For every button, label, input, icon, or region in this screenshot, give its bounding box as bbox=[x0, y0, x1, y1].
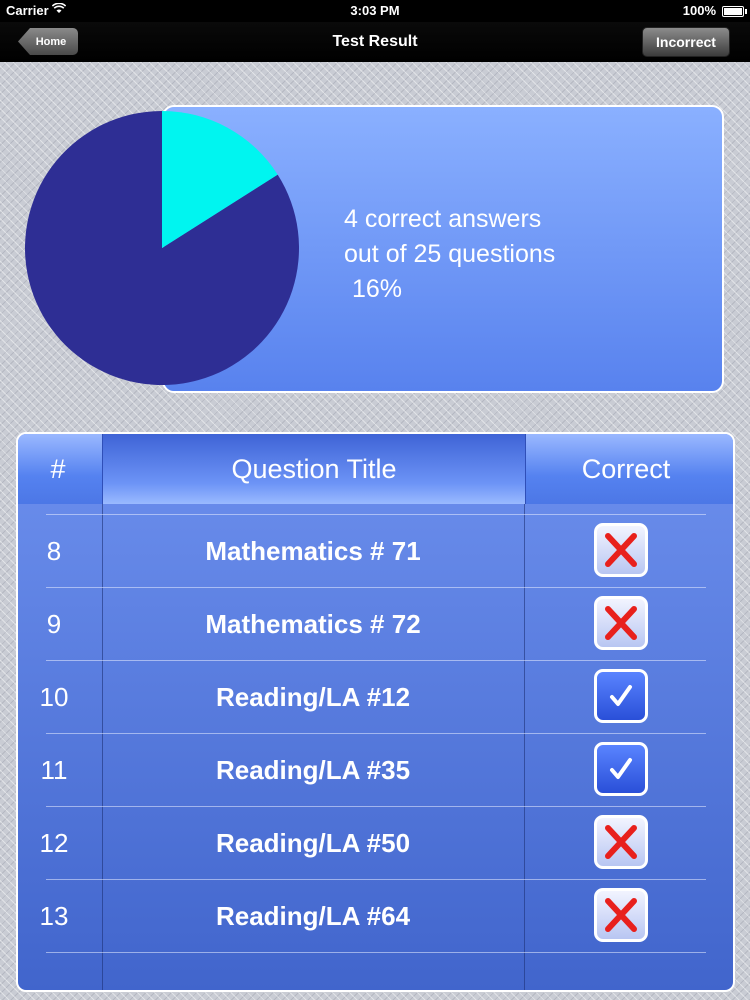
table-body[interactable]: 8 Mathematics # 71 9 Mathematics # 72 10 Read… bbox=[18, 504, 733, 990]
table-row[interactable]: 10 Reading/LA #12 bbox=[18, 660, 733, 733]
x-mark-icon bbox=[605, 898, 637, 932]
header-number: # bbox=[50, 454, 66, 484]
table-row[interactable]: 13 Reading/LA #64 bbox=[18, 879, 733, 952]
page-title: Test Result bbox=[332, 33, 418, 50]
table-row[interactable]: 12 Reading/LA #50 bbox=[18, 806, 733, 879]
header-question-title-cell: Question Title bbox=[102, 434, 526, 504]
question-number: 13 bbox=[39, 901, 69, 931]
table-row[interactable]: 8 Mathematics # 71 bbox=[18, 514, 733, 587]
incorrect-status bbox=[594, 888, 648, 942]
question-number: 10 bbox=[39, 682, 69, 712]
correct-status bbox=[594, 742, 648, 796]
x-mark-icon bbox=[605, 825, 637, 859]
incorrect-status bbox=[594, 523, 648, 577]
table-row[interactable]: 9 Mathematics # 72 bbox=[18, 587, 733, 660]
question-number: 11 bbox=[40, 755, 68, 785]
status-bar: Carrier 3:03 PM 100% bbox=[0, 0, 750, 22]
question-title: Mathematics # 71 bbox=[205, 536, 421, 566]
x-mark-icon bbox=[605, 606, 637, 640]
question-title: Reading/LA #12 bbox=[215, 682, 411, 712]
question-title: Reading/LA #50 bbox=[215, 828, 411, 858]
question-number: 8 bbox=[46, 536, 62, 566]
battery-icon bbox=[722, 6, 747, 17]
incorrect-status bbox=[594, 815, 648, 869]
question-title: Reading/LA #35 bbox=[215, 755, 411, 785]
x-mark-icon bbox=[605, 533, 637, 567]
row-separator bbox=[46, 952, 706, 953]
question-title: Mathematics # 72 bbox=[205, 609, 421, 639]
question-title: Reading/LA #64 bbox=[215, 901, 411, 931]
incorrect-button[interactable]: Incorrect bbox=[642, 27, 730, 57]
clock: 3:03 PM bbox=[350, 3, 400, 18]
question-number: 12 bbox=[39, 828, 69, 858]
navigation-bar: Home Test Result Incorrect bbox=[0, 22, 750, 62]
table-header: # Question Title Correct bbox=[18, 434, 733, 504]
results-table[interactable]: # Question Title Correct 8 Mathematics # … bbox=[16, 432, 735, 992]
table-row[interactable]: 11 Reading/LA #35 bbox=[18, 733, 733, 806]
battery-percent: 100% bbox=[682, 3, 716, 18]
summary-correct-line: 4 correct answers bbox=[344, 205, 542, 233]
summary-total-line: out of 25 questions bbox=[344, 240, 556, 268]
result-pie-chart bbox=[25, 111, 299, 385]
summary-percent: 16% bbox=[352, 275, 403, 303]
header-question-title: Question Title bbox=[231, 454, 397, 484]
checkmark-icon bbox=[610, 758, 632, 779]
summary-text: 4 correct answers out of 25 questions 16… bbox=[344, 202, 555, 307]
incorrect-status bbox=[594, 596, 648, 650]
question-number: 9 bbox=[46, 609, 62, 639]
correct-status bbox=[594, 669, 648, 723]
checkmark-icon bbox=[610, 685, 632, 706]
header-correct: Correct bbox=[581, 454, 671, 484]
